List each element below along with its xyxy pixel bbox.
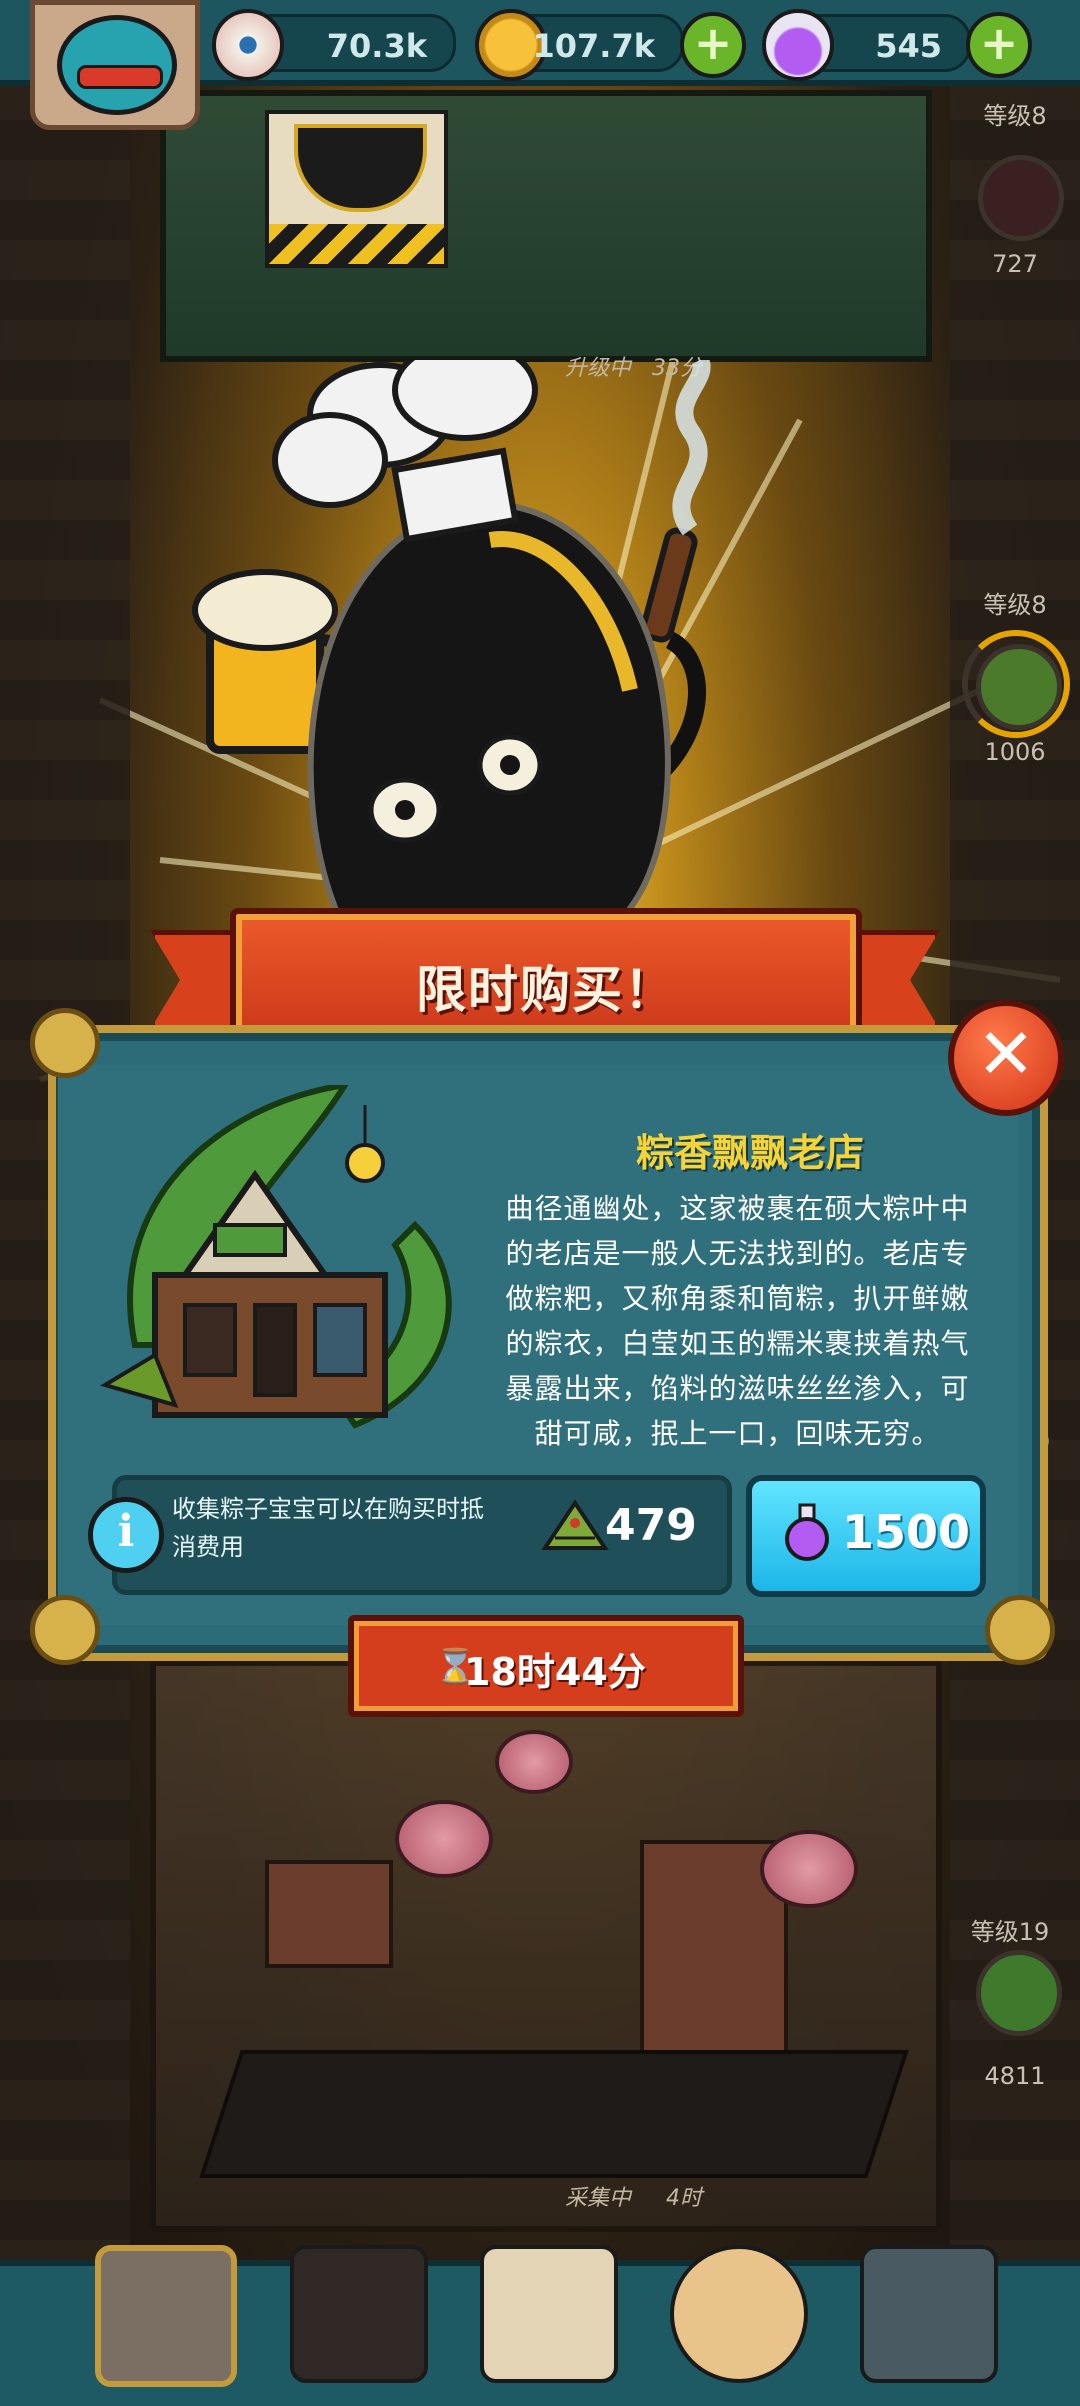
flower-bush	[760, 1830, 858, 1908]
level-label-fragment: 等级8	[983, 102, 1047, 130]
player-avatar[interactable]	[30, 0, 200, 130]
eyeball-value: 70.3k	[326, 27, 427, 65]
broccoli-value: 1006	[984, 738, 1046, 766]
banner-title: 限时购买！	[416, 961, 676, 1019]
lettuce-icon[interactable]	[976, 1950, 1062, 2036]
coin-value: 107.7k	[532, 27, 656, 65]
zongzi-icon	[541, 1499, 609, 1550]
hazard-sign	[265, 110, 448, 268]
potion-counter: 545	[762, 9, 971, 81]
window	[265, 1860, 393, 1968]
close-button[interactable]: ✕	[948, 1000, 1064, 1116]
panel-corner-ornament	[30, 1008, 100, 1078]
panel-corner-ornament	[30, 1595, 100, 1665]
broccoli-icon[interactable]	[976, 644, 1062, 730]
floor	[199, 2050, 909, 2178]
item-description: 曲径通幽处，这家被裹在硕大粽叶中 的老店是一般人无法找到的。老店专 做粽粑，又称…	[505, 1192, 970, 1450]
zongzi-shop-illustration	[100, 1085, 452, 1429]
timer-text: 18时44分	[464, 1650, 646, 1694]
potion-value: 545	[875, 27, 942, 65]
level-label: 等级19	[970, 1918, 1050, 1946]
eyeball-icon	[212, 9, 284, 81]
flower-bush	[495, 1730, 573, 1794]
potion-icon	[762, 9, 834, 81]
nav-building-button[interactable]	[95, 2245, 237, 2387]
countdown-timer: ⌛ 18时44分	[348, 1615, 744, 1717]
lettuce-value: 4811	[984, 2062, 1046, 2090]
nav-grid-button[interactable]	[860, 2245, 998, 2383]
zongzi-count: 479	[605, 1500, 697, 1551]
add-coin-button[interactable]: +	[680, 12, 746, 78]
flower-bush	[395, 1800, 493, 1878]
chef-monster-illustration	[192, 360, 711, 920]
level-label: 等级8	[983, 591, 1047, 619]
meat-icon[interactable]	[978, 155, 1064, 241]
nav-monster-button[interactable]	[290, 2245, 428, 2383]
add-potion-button[interactable]: +	[966, 12, 1032, 78]
eyeball-counter: 70.3k	[212, 9, 456, 81]
meat-value: 727	[992, 250, 1038, 278]
price-value: 1500	[842, 1505, 971, 1559]
buy-button[interactable]: 1500	[746, 1475, 986, 1597]
harvest-status: 采集中 4时	[565, 2186, 702, 2211]
item-title: 粽香飘飘老店	[635, 1131, 864, 1175]
coin-counter: 107.7k	[475, 9, 684, 81]
info-icon[interactable]: i	[88, 1497, 164, 1573]
nav-book-button[interactable]	[480, 2245, 618, 2383]
info-text: 收集粽子宝宝可以在购买时抵 消费用	[172, 1495, 484, 1561]
panel-corner-ornament	[985, 1595, 1055, 1665]
potion-icon	[785, 1503, 829, 1561]
nav-bag-button[interactable]	[670, 2245, 808, 2383]
